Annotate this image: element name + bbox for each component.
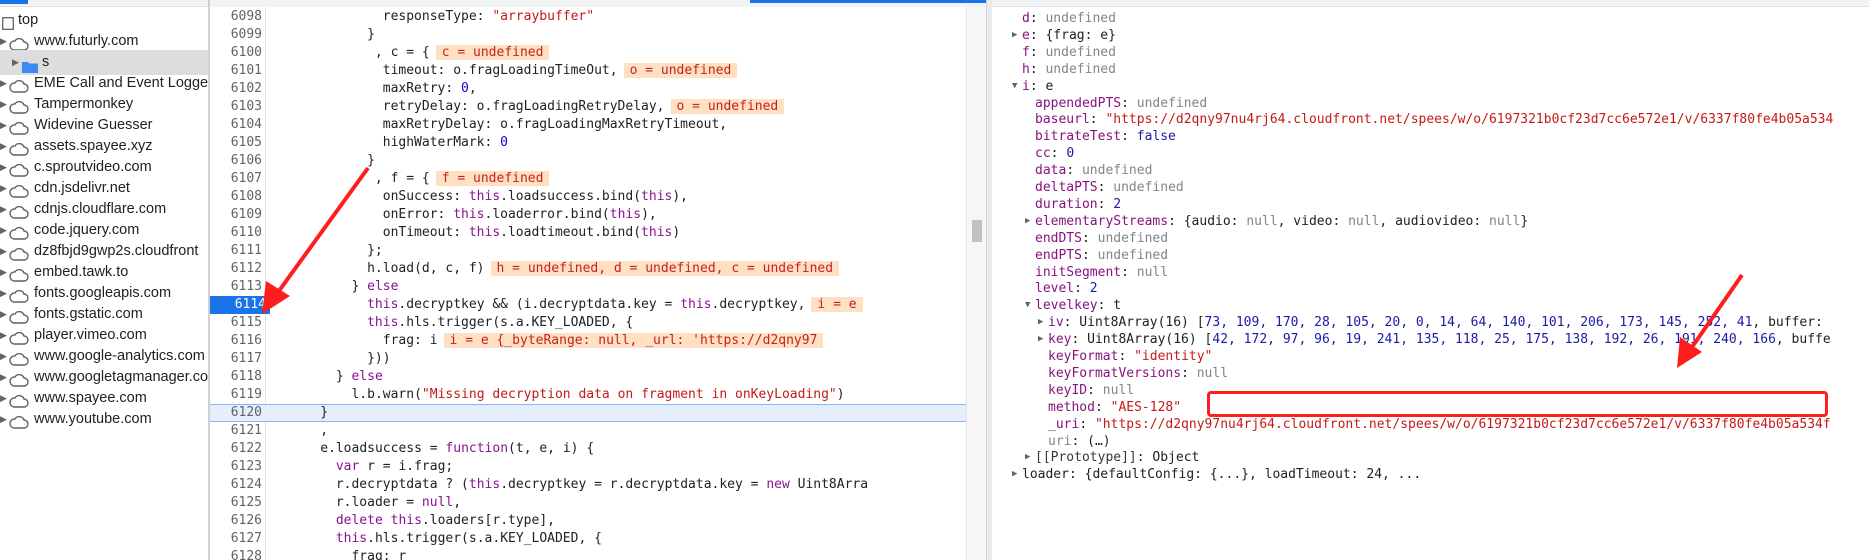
arrow-to-breakpoint bbox=[262, 166, 370, 314]
arrow-to-key bbox=[1677, 273, 1744, 368]
annotation-arrows bbox=[262, 166, 1744, 368]
